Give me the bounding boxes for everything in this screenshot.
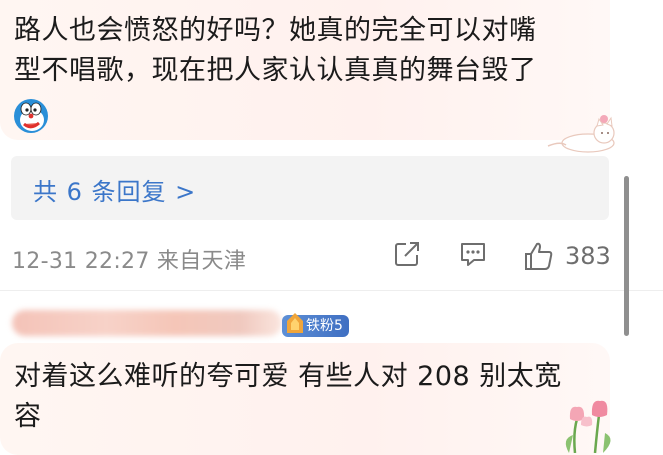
doraemon-emoji-icon xyxy=(14,99,48,133)
like-count: 383 xyxy=(565,242,611,270)
replies-panel[interactable]: 共 6 条回复 > xyxy=(11,156,609,220)
fan-badge-icon xyxy=(287,313,303,333)
share-button[interactable] xyxy=(393,240,421,268)
thumbs-up-icon xyxy=(525,242,553,270)
comment-icon xyxy=(461,243,485,266)
fan-level-badge: 铁粉5 xyxy=(282,313,349,337)
comment-text-line: 路人也会愤怒的好吗？她真的完全可以对嘴 xyxy=(14,15,537,46)
comment-text-line: 型不唱歌，现在把人家认认真真的舞台毁了 xyxy=(14,55,537,86)
tulip-decoration-icon xyxy=(565,400,611,453)
blurred-username[interactable] xyxy=(12,310,282,336)
comment-divider xyxy=(0,290,663,291)
like-button[interactable]: 383 xyxy=(523,240,611,272)
comment-meta-row: 12-31 22:27 来自天津 383 xyxy=(0,240,663,276)
cat-decoration-icon xyxy=(547,115,615,153)
scrollbar[interactable] xyxy=(624,176,629,336)
view-replies-link[interactable]: 共 6 条回复 > xyxy=(33,172,196,207)
share-icon xyxy=(395,242,419,266)
comment-timestamp: 12-31 22:27 来自天津 xyxy=(12,249,247,274)
reply-button[interactable] xyxy=(458,240,488,268)
comment-text-line: 对着这么难听的夸可爱 有些人对 208 别太宽 xyxy=(14,361,562,392)
comment-author-row[interactable]: 铁粉5 xyxy=(12,306,352,340)
fan-badge-label: 铁粉5 xyxy=(306,318,343,334)
comment-text-line: 容 xyxy=(14,401,42,432)
